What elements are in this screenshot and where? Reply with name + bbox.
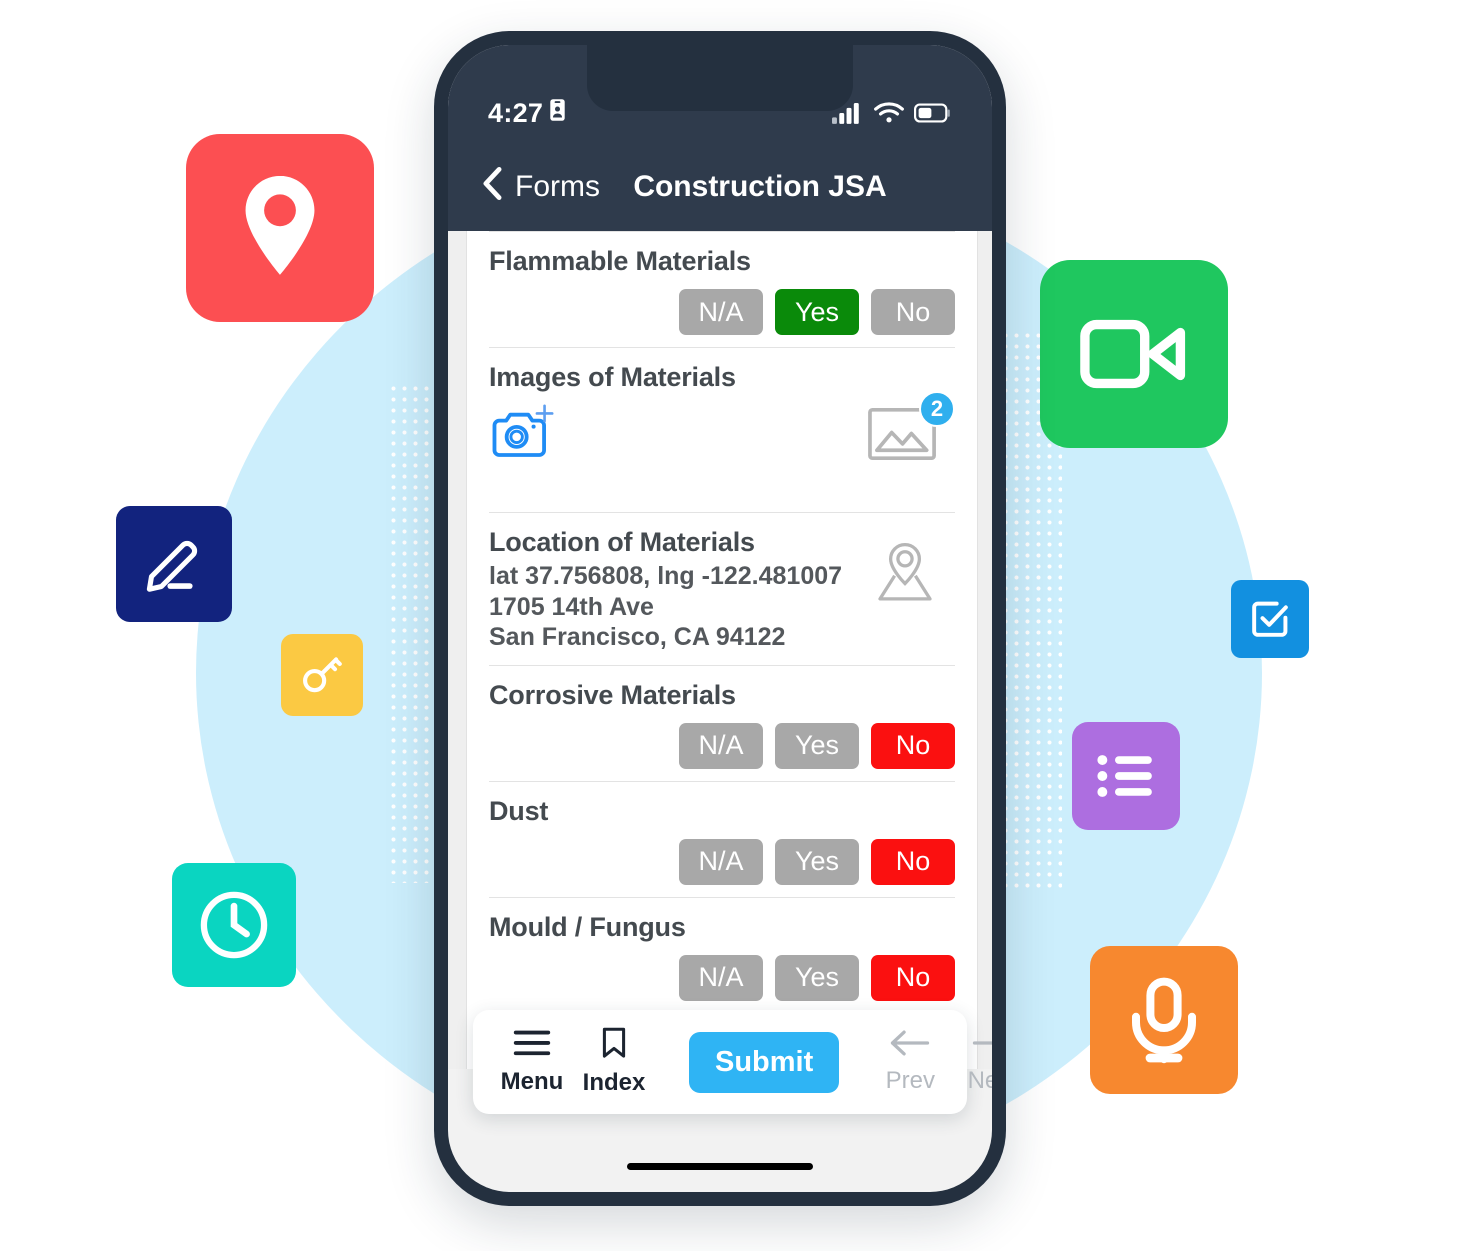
battery-icon [914, 103, 952, 128]
clock-tile [172, 863, 296, 987]
microphone-icon [1120, 972, 1208, 1068]
option-yes[interactable]: Yes [775, 289, 859, 335]
location-details: lat 37.756808, lng -122.481007 1705 14th… [489, 561, 842, 653]
index-button[interactable]: Index [583, 1027, 645, 1097]
video-tile [1040, 260, 1228, 448]
clock-icon [192, 883, 276, 967]
field-label: Corrosive Materials [489, 679, 736, 710]
status-time-label: 4:27 [488, 98, 544, 128]
location-address-line-2: San Francisco, CA 94122 [489, 623, 786, 651]
field-label: Location of Materials [489, 527, 755, 557]
field-label: Dust [489, 795, 549, 826]
map-pin-icon[interactable] [869, 539, 941, 610]
form-field-mould-fungus: Mould / Fungus N/A Yes No [489, 896, 955, 1013]
status-indicators [832, 102, 952, 129]
key-tile [281, 634, 363, 716]
checkbox-checked-icon [1245, 594, 1295, 644]
location-pin-tile [186, 134, 374, 322]
location-row: Location of Materials lat 37.756808, lng… [489, 527, 955, 653]
checkbox-tile [1231, 580, 1309, 658]
chevron-left-icon [482, 166, 503, 208]
wifi-icon [874, 102, 904, 129]
location-address-line-1: 1705 14th Ave [489, 592, 654, 621]
option-yes[interactable]: Yes [775, 722, 859, 769]
next-button[interactable]: Next [961, 1029, 992, 1095]
back-button[interactable]: Forms [482, 166, 600, 208]
next-button-label: Next [967, 1067, 992, 1094]
menu-button-label: Menu [500, 1068, 564, 1095]
segmented-control: N/A Yes No [489, 289, 955, 335]
microphone-tile [1090, 946, 1238, 1094]
segmented-control: N/A Yes No [489, 838, 955, 885]
segmented-control: N/A Yes No [489, 954, 955, 1001]
location-text-block: Location of Materials lat 37.756808, lng… [489, 527, 842, 653]
option-na[interactable]: N/A [679, 289, 763, 335]
option-no[interactable]: No [871, 954, 955, 1001]
camera-add-icon[interactable] [489, 403, 561, 470]
bookmark-icon [598, 1027, 630, 1066]
option-no[interactable]: No [871, 289, 955, 335]
gallery-thumbnail[interactable]: 2 [867, 391, 955, 469]
id-badge-icon [549, 98, 566, 129]
option-na[interactable]: N/A [679, 722, 763, 769]
prev-button-label: Prev [885, 1067, 935, 1094]
option-na[interactable]: N/A [679, 954, 763, 1001]
form-field-images-of-materials: Images of Materials 2 [489, 347, 955, 512]
option-no[interactable]: No [871, 838, 955, 885]
option-no[interactable]: No [871, 722, 955, 769]
images-row: 2 [489, 391, 955, 500]
phone-notch [587, 45, 853, 111]
hamburger-menu-icon [512, 1028, 552, 1065]
option-na[interactable]: N/A [679, 838, 763, 885]
key-icon [296, 649, 348, 701]
location-coordinates: lat 37.756808, lng -122.481007 [489, 562, 843, 590]
form-field-corrosive-materials: Corrosive Materials N/A Yes No [489, 664, 955, 781]
illustration-canvas: 4:27 Forms Construction JSA Flammable Ma… [0, 0, 1459, 1251]
index-button-label: Index [582, 1069, 646, 1096]
pen-signature-icon [138, 528, 210, 600]
navigation-bar: Forms Construction JSA [448, 143, 992, 231]
submit-button[interactable]: Submit [689, 1031, 840, 1093]
list-tile [1072, 722, 1180, 830]
phone-screen: 4:27 Forms Construction JSA Flammable Ma… [448, 45, 992, 1192]
field-label: Images of Materials [489, 362, 736, 392]
segmented-control: N/A Yes No [489, 722, 955, 769]
field-label: Flammable Materials [489, 246, 751, 276]
bulleted-list-icon [1093, 748, 1159, 804]
home-indicator[interactable] [627, 1163, 813, 1170]
image-count-badge: 2 [919, 391, 955, 427]
phone-mockup: 4:27 Forms Construction JSA Flammable Ma… [434, 31, 1006, 1206]
prev-button[interactable]: Prev [879, 1029, 941, 1095]
option-yes[interactable]: Yes [775, 954, 859, 1001]
form-field-flammable-materials: Flammable Materials N/A Yes No [489, 231, 955, 347]
menu-button[interactable]: Menu [501, 1028, 563, 1096]
arrow-right-icon [971, 1029, 992, 1064]
arrow-left-icon [889, 1029, 931, 1064]
bottom-toolbar: Menu Index Submit Prev Ne [473, 1010, 992, 1114]
form-field-location-of-materials: Location of Materials lat 37.756808, lng… [489, 512, 955, 665]
back-button-label: Forms [515, 170, 600, 203]
form-sheet: Flammable Materials N/A Yes No Images of… [466, 231, 978, 1069]
map-pin-icon [227, 168, 333, 288]
option-yes[interactable]: Yes [775, 838, 859, 885]
field-label: Mould / Fungus [489, 911, 686, 942]
form-scroll-area[interactable]: Flammable Materials N/A Yes No Images of… [448, 231, 992, 1069]
video-camera-icon [1076, 306, 1192, 402]
status-bar: 4:27 [448, 45, 992, 143]
status-time: 4:27 [488, 98, 566, 129]
signature-tile [116, 506, 232, 622]
form-field-dust: Dust N/A Yes No [489, 780, 955, 897]
